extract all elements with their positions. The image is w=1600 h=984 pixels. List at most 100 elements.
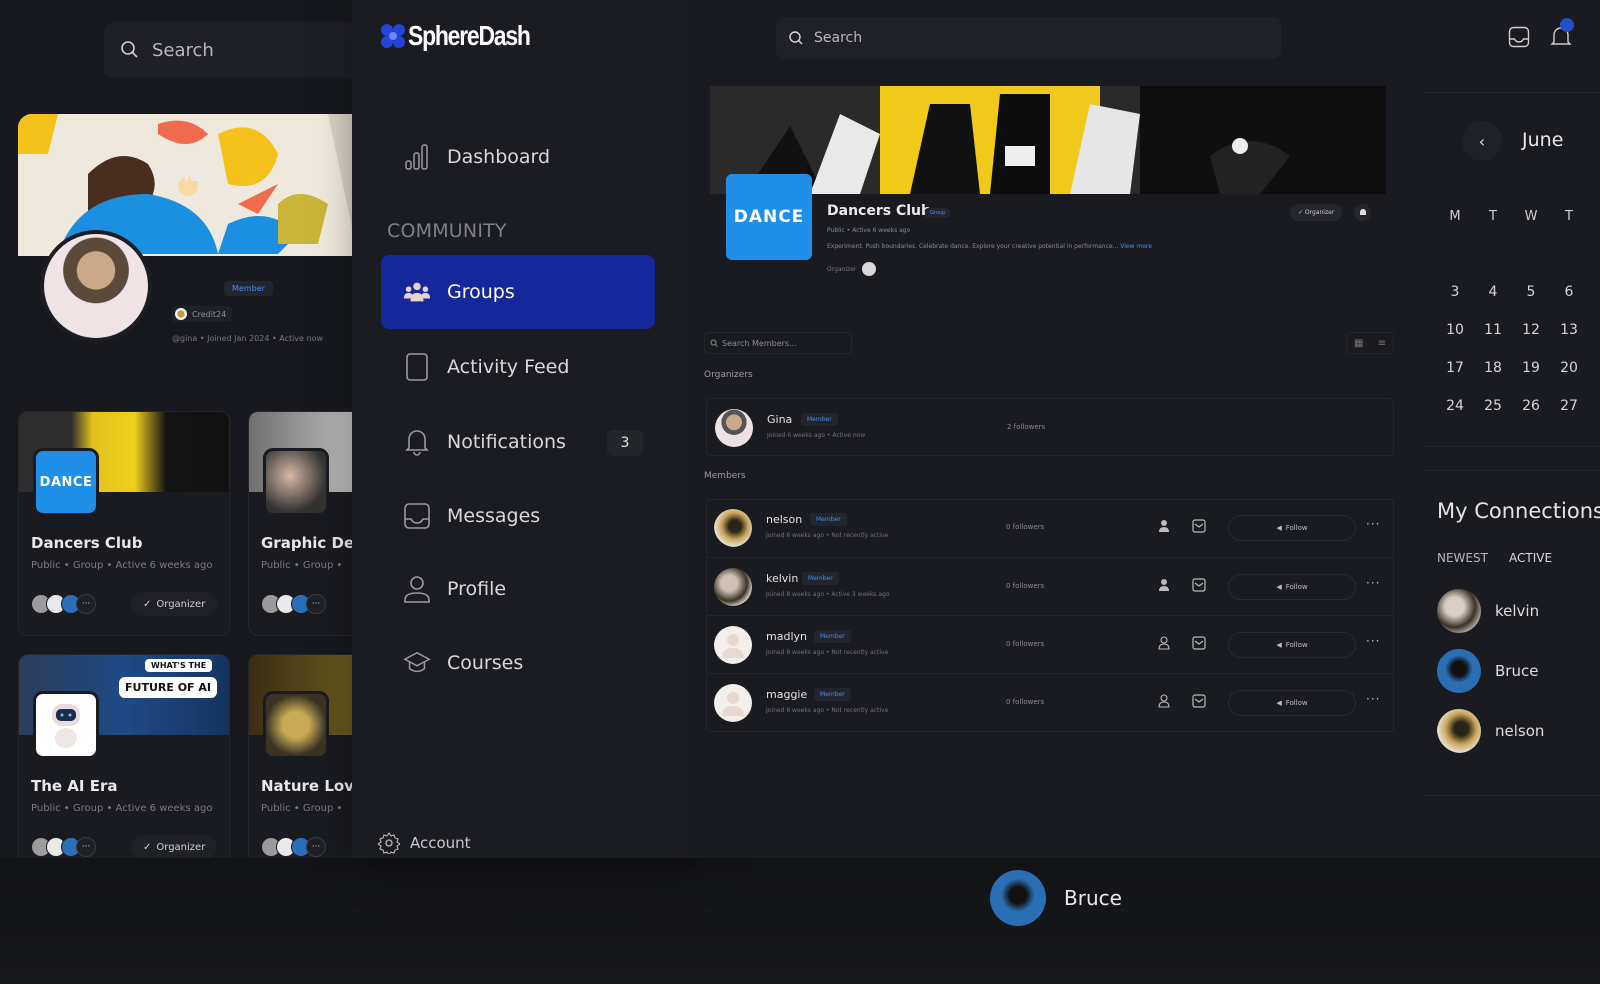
group-name: Dancers Club [827, 203, 932, 219]
grid-view-icon[interactable]: ▦ [1354, 338, 1363, 349]
sidebar-item-notifications[interactable]: Notifications 3 [381, 405, 655, 479]
group-description: Experiment. Push boundaries. Celebrate d… [827, 243, 1152, 250]
more-options-icon[interactable]: ··· [1366, 692, 1380, 706]
calendar-day[interactable]: 17 [1436, 349, 1474, 387]
more-members-icon[interactable]: ··· [76, 837, 96, 857]
message-icon[interactable] [1192, 519, 1206, 533]
message-icon[interactable] [1192, 636, 1206, 650]
calendar-day[interactable]: 11 [1474, 311, 1512, 349]
member-row[interactable]: Gina Member Joined 6 weeks ago • Active … [706, 398, 1394, 456]
tab-newest[interactable]: NEWEST [1437, 551, 1488, 565]
calendar-day[interactable]: 12 [1512, 311, 1550, 349]
follow-button-label: Follow [1285, 641, 1308, 649]
connection-name: kelvin [1495, 602, 1540, 620]
member-name[interactable]: kelvin [766, 572, 798, 585]
calendar-day[interactable]: 3 [1436, 273, 1474, 311]
member-meta: Joined 8 weeks ago • Not recently active [766, 649, 889, 656]
member-meta: Joined 6 weeks ago • Not recently active [766, 532, 889, 539]
inbox-icon[interactable] [1508, 26, 1530, 48]
tab-active[interactable]: ACTIVE [1509, 551, 1552, 565]
connection-item[interactable]: Bruce [1437, 649, 1538, 693]
follow-button[interactable]: ◀ Follow [1228, 632, 1356, 658]
sidebar-item-groups[interactable]: Groups [381, 255, 655, 329]
group-meta: Public • Group • Active 6 weeks ago [31, 803, 213, 814]
calendar-prev-button[interactable]: ‹ [1462, 121, 1502, 161]
follow-button[interactable]: ◀ Follow [1228, 574, 1356, 600]
calendar-day[interactable]: 5 [1512, 273, 1550, 311]
organizer-button[interactable]: ✓ Organizer [131, 835, 218, 859]
view-more-link[interactable]: View more [1120, 243, 1152, 250]
more-options-icon[interactable]: ··· [1366, 517, 1380, 531]
member-name[interactable]: maggie [766, 688, 807, 701]
brand-logo[interactable]: SphereDash [380, 20, 556, 52]
follow-button[interactable]: ◀ Follow [1228, 690, 1356, 716]
add-friend-icon[interactable] [1158, 694, 1172, 708]
account-link[interactable]: Account [378, 832, 471, 854]
check-icon: ✓ [143, 598, 152, 610]
group-card[interactable]: WHAT'S THE FUTURE OF AI The AI Era Publi… [18, 654, 230, 879]
calendar-day[interactable]: 4 [1474, 273, 1512, 311]
group-member-avatars: ··· [31, 594, 96, 614]
sidebar-item-activity-feed[interactable]: Activity Feed [381, 330, 655, 404]
group-card[interactable]: DANCE Dancers Club Public • Group • Acti… [18, 411, 230, 636]
member-row[interactable]: kelvin Member Joined 8 weeks ago • Activ… [706, 557, 1394, 613]
inbox-icon [403, 502, 431, 530]
calendar-day[interactable]: 10 [1436, 311, 1474, 349]
avatar[interactable] [862, 262, 877, 276]
more-members-icon[interactable]: ··· [306, 837, 326, 857]
list-view-icon[interactable]: ≡ [1378, 338, 1386, 349]
member-name[interactable]: nelson [766, 513, 802, 526]
member-row[interactable]: maggie Member Joined 6 weeks ago • Not r… [706, 673, 1394, 729]
member-followers: 0 followers [1006, 582, 1045, 590]
add-friend-icon[interactable] [1158, 519, 1172, 533]
message-icon[interactable] [1192, 694, 1206, 708]
organizer-button[interactable]: ✓ Organizer [131, 592, 218, 616]
calendar-day[interactable]: 25 [1474, 387, 1512, 425]
group-logo: DANCE [33, 448, 99, 516]
calendar-day[interactable]: 26 [1512, 387, 1550, 425]
connection-item[interactable]: kelvin [1437, 589, 1539, 633]
calendar-day[interactable]: 18 [1474, 349, 1512, 387]
group-title[interactable]: Dancers Club [31, 534, 142, 552]
add-friend-icon[interactable] [1158, 578, 1172, 592]
group-title[interactable]: Nature Love [261, 777, 364, 795]
add-friend-icon[interactable] [1158, 636, 1172, 650]
bell-icon[interactable] [1354, 204, 1371, 221]
group-title[interactable]: Graphic Des [261, 534, 363, 552]
more-members-icon[interactable]: ··· [76, 594, 96, 614]
more-options-icon[interactable]: ··· [1366, 576, 1380, 590]
sidebar-item-dashboard[interactable]: Dashboard [381, 120, 655, 194]
avatar [1437, 649, 1481, 693]
graduation-cap-icon [403, 649, 431, 677]
robot-icon [52, 704, 80, 748]
sidebar-item-courses[interactable]: Courses [381, 626, 655, 700]
member-name[interactable]: madlyn [766, 630, 807, 643]
group-logo: DANCE [726, 174, 812, 260]
group-title[interactable]: The AI Era [31, 777, 117, 795]
organizer-status-button[interactable]: ✓ Organizer [1290, 204, 1343, 221]
calendar-day[interactable]: 20 [1550, 349, 1588, 387]
more-members-icon[interactable]: ··· [306, 594, 326, 614]
sidebar-item-messages[interactable]: Messages [381, 479, 655, 553]
calendar-day[interactable]: 19 [1512, 349, 1550, 387]
member-row[interactable]: nelson Member Joined 6 weeks ago • Not r… [706, 499, 1394, 555]
calendar-day[interactable]: 6 [1550, 273, 1588, 311]
member-name[interactable]: Gina [767, 413, 792, 426]
sidebar-item-label: Notifications [447, 431, 566, 453]
more-options-icon[interactable]: ··· [1366, 634, 1380, 648]
connection-item[interactable]: nelson [1437, 709, 1544, 753]
profile-name: Gina [154, 164, 203, 186]
sidebar-item-profile[interactable]: Profile [381, 552, 655, 626]
calendar-day[interactable]: 24 [1436, 387, 1474, 425]
members-search-input[interactable]: Search Members... [704, 332, 852, 354]
avatar [714, 626, 752, 664]
message-icon[interactable] [1192, 578, 1206, 592]
profile-avatar[interactable] [40, 230, 152, 342]
peek-connection-item[interactable]: Bruce [990, 870, 1122, 926]
sidebar-section-community: COMMUNITY [387, 220, 507, 242]
calendar-day[interactable]: 27 [1550, 387, 1588, 425]
follow-button[interactable]: ◀ Follow [1228, 515, 1356, 541]
calendar-day[interactable]: 13 [1550, 311, 1588, 349]
member-row[interactable]: madlyn Member Joined 8 weeks ago • Not r… [706, 615, 1394, 671]
top-search-bar[interactable]: Search [776, 17, 1281, 59]
